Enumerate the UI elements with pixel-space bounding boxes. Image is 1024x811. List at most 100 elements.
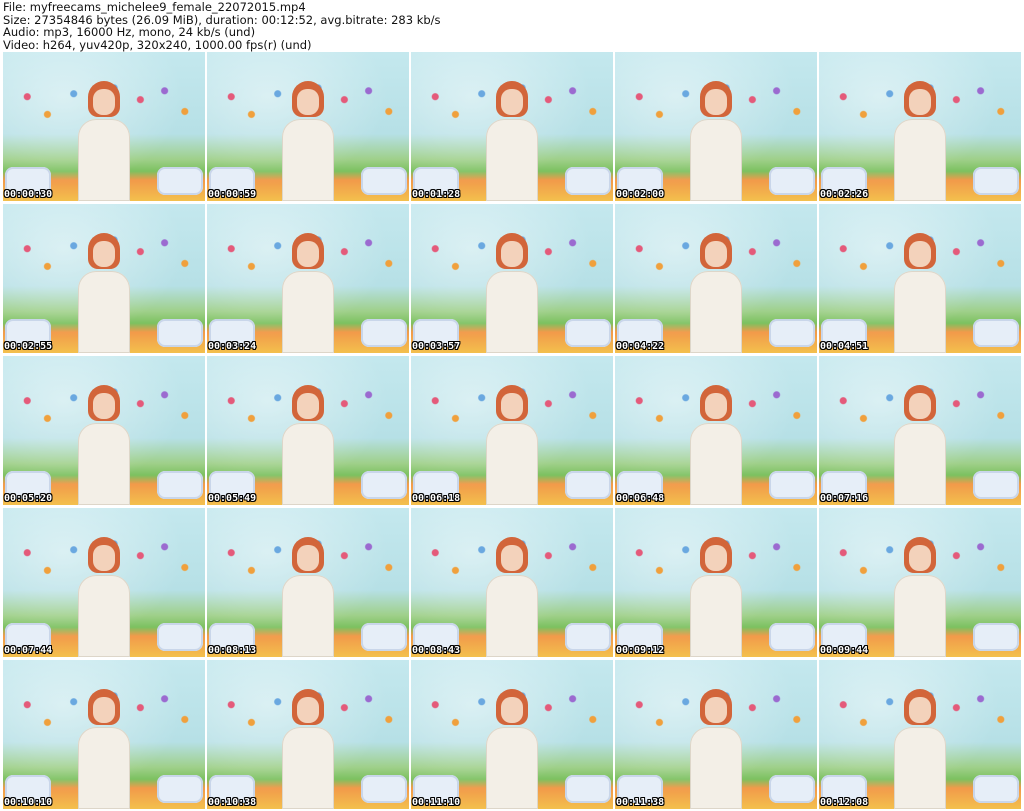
person-figure <box>482 689 542 809</box>
thumbnail-timestamp: 00:02:00 <box>616 189 665 200</box>
person-figure <box>482 233 542 353</box>
thumbnail-timestamp: 00:00:30 <box>4 189 53 200</box>
person-figure <box>686 537 746 657</box>
video-thumbnail[interactable]: 00:07:44 <box>3 508 205 657</box>
person-figure <box>890 385 950 505</box>
pillow-right <box>157 471 203 499</box>
person-figure <box>890 81 950 201</box>
pillow-right <box>769 775 815 803</box>
person-figure <box>74 233 134 353</box>
pillow-right <box>973 775 1019 803</box>
video-thumbnail[interactable]: 00:08:43 <box>411 508 613 657</box>
file-name-line: File: myfreecams_michelee9_female_220720… <box>3 0 306 14</box>
audio-info-line: Audio: mp3, 16000 Hz, mono, 24 kb/s (und… <box>3 25 256 40</box>
thumbnail-timestamp: 00:11:10 <box>412 797 461 808</box>
person-figure <box>482 81 542 201</box>
person-figure <box>278 233 338 353</box>
video-thumbnail[interactable]: 00:04:22 <box>615 204 817 353</box>
pillow-right <box>769 319 815 347</box>
person-figure <box>686 81 746 201</box>
video-thumbnail[interactable]: 00:02:26 <box>819 52 1021 201</box>
pillow-right <box>361 167 407 195</box>
person-figure <box>278 81 338 201</box>
pillow-right <box>769 471 815 499</box>
thumbnail-timestamp: 00:02:26 <box>820 189 869 200</box>
video-thumbnail[interactable]: 00:09:12 <box>615 508 817 657</box>
thumbnail-timestamp: 00:08:13 <box>208 645 257 656</box>
thumbnail-timestamp: 00:06:48 <box>616 493 665 504</box>
thumbnail-timestamp: 00:01:28 <box>412 189 461 200</box>
video-thumbnail[interactable]: 00:00:59 <box>207 52 409 201</box>
thumbnail-timestamp: 00:12:08 <box>820 797 869 808</box>
video-info-line: Video: h264, yuv420p, 320x240, 1000.00 f… <box>3 37 312 52</box>
video-thumbnail[interactable]: 00:02:00 <box>615 52 817 201</box>
video-thumbnail[interactable]: 00:09:44 <box>819 508 1021 657</box>
video-thumbnail[interactable]: 00:11:10 <box>411 660 613 809</box>
person-figure <box>686 233 746 353</box>
pillow-right <box>361 319 407 347</box>
thumbnail-grid: 00:00:30 00:00:59 00:01:28 00:02:00 00:02:26… <box>3 52 1021 809</box>
person-figure <box>74 385 134 505</box>
thumbnail-timestamp: 00:02:55 <box>4 341 53 352</box>
video-thumbnail[interactable]: 00:05:20 <box>3 356 205 505</box>
pillow-right <box>973 319 1019 347</box>
pillow-right <box>565 319 611 347</box>
pillow-right <box>565 775 611 803</box>
thumbnail-timestamp: 00:00:59 <box>208 189 257 200</box>
pillow-right <box>973 167 1019 195</box>
thumbnail-timestamp: 00:03:57 <box>412 341 461 352</box>
person-figure <box>686 385 746 505</box>
thumbnail-timestamp: 00:10:38 <box>208 797 257 808</box>
person-figure <box>890 689 950 809</box>
pillow-right <box>361 471 407 499</box>
video-thumbnail[interactable]: 00:05:49 <box>207 356 409 505</box>
person-figure <box>686 689 746 809</box>
video-thumbnail[interactable]: 00:08:13 <box>207 508 409 657</box>
video-thumbnail[interactable]: 00:10:38 <box>207 660 409 809</box>
pillow-right <box>157 623 203 651</box>
thumbnail-timestamp: 00:07:16 <box>820 493 869 504</box>
pillow-right <box>565 471 611 499</box>
video-thumbnail[interactable]: 00:01:28 <box>411 52 613 201</box>
video-thumbnail[interactable]: 00:00:30 <box>3 52 205 201</box>
thumbnail-timestamp: 00:05:49 <box>208 493 257 504</box>
person-figure <box>74 537 134 657</box>
person-figure <box>278 537 338 657</box>
video-thumbnail[interactable]: 00:11:38 <box>615 660 817 809</box>
video-thumbnail[interactable]: 00:06:18 <box>411 356 613 505</box>
pillow-right <box>973 471 1019 499</box>
person-figure <box>890 537 950 657</box>
thumbnail-timestamp: 00:04:51 <box>820 341 869 352</box>
thumbnail-timestamp: 00:06:18 <box>412 493 461 504</box>
person-figure <box>482 385 542 505</box>
thumbnail-timestamp: 00:11:38 <box>616 797 665 808</box>
person-figure <box>278 385 338 505</box>
thumbnail-timestamp: 00:08:43 <box>412 645 461 656</box>
person-figure <box>74 81 134 201</box>
thumbnail-timestamp: 00:09:44 <box>820 645 869 656</box>
pillow-right <box>769 167 815 195</box>
pillow-right <box>973 623 1019 651</box>
pillow-right <box>157 319 203 347</box>
pillow-right <box>361 775 407 803</box>
pillow-right <box>361 623 407 651</box>
pillow-right <box>565 167 611 195</box>
video-thumbnail[interactable]: 00:03:24 <box>207 204 409 353</box>
video-thumbnail[interactable]: 00:03:57 <box>411 204 613 353</box>
person-figure <box>482 537 542 657</box>
person-figure <box>74 689 134 809</box>
video-thumbnail[interactable]: 00:04:51 <box>819 204 1021 353</box>
video-thumbnail[interactable]: 00:07:16 <box>819 356 1021 505</box>
video-thumbnail[interactable]: 00:02:55 <box>3 204 205 353</box>
thumbnail-timestamp: 00:07:44 <box>4 645 53 656</box>
video-thumbnail[interactable]: 00:12:08 <box>819 660 1021 809</box>
pillow-right <box>565 623 611 651</box>
thumbnail-timestamp: 00:05:20 <box>4 493 53 504</box>
pillow-right <box>157 167 203 195</box>
video-thumbnail[interactable]: 00:06:48 <box>615 356 817 505</box>
thumbnail-timestamp: 00:09:12 <box>616 645 665 656</box>
thumbnail-timestamp: 00:04:22 <box>616 341 665 352</box>
thumbnail-timestamp: 00:10:10 <box>4 797 53 808</box>
pillow-right <box>157 775 203 803</box>
video-thumbnail[interactable]: 00:10:10 <box>3 660 205 809</box>
